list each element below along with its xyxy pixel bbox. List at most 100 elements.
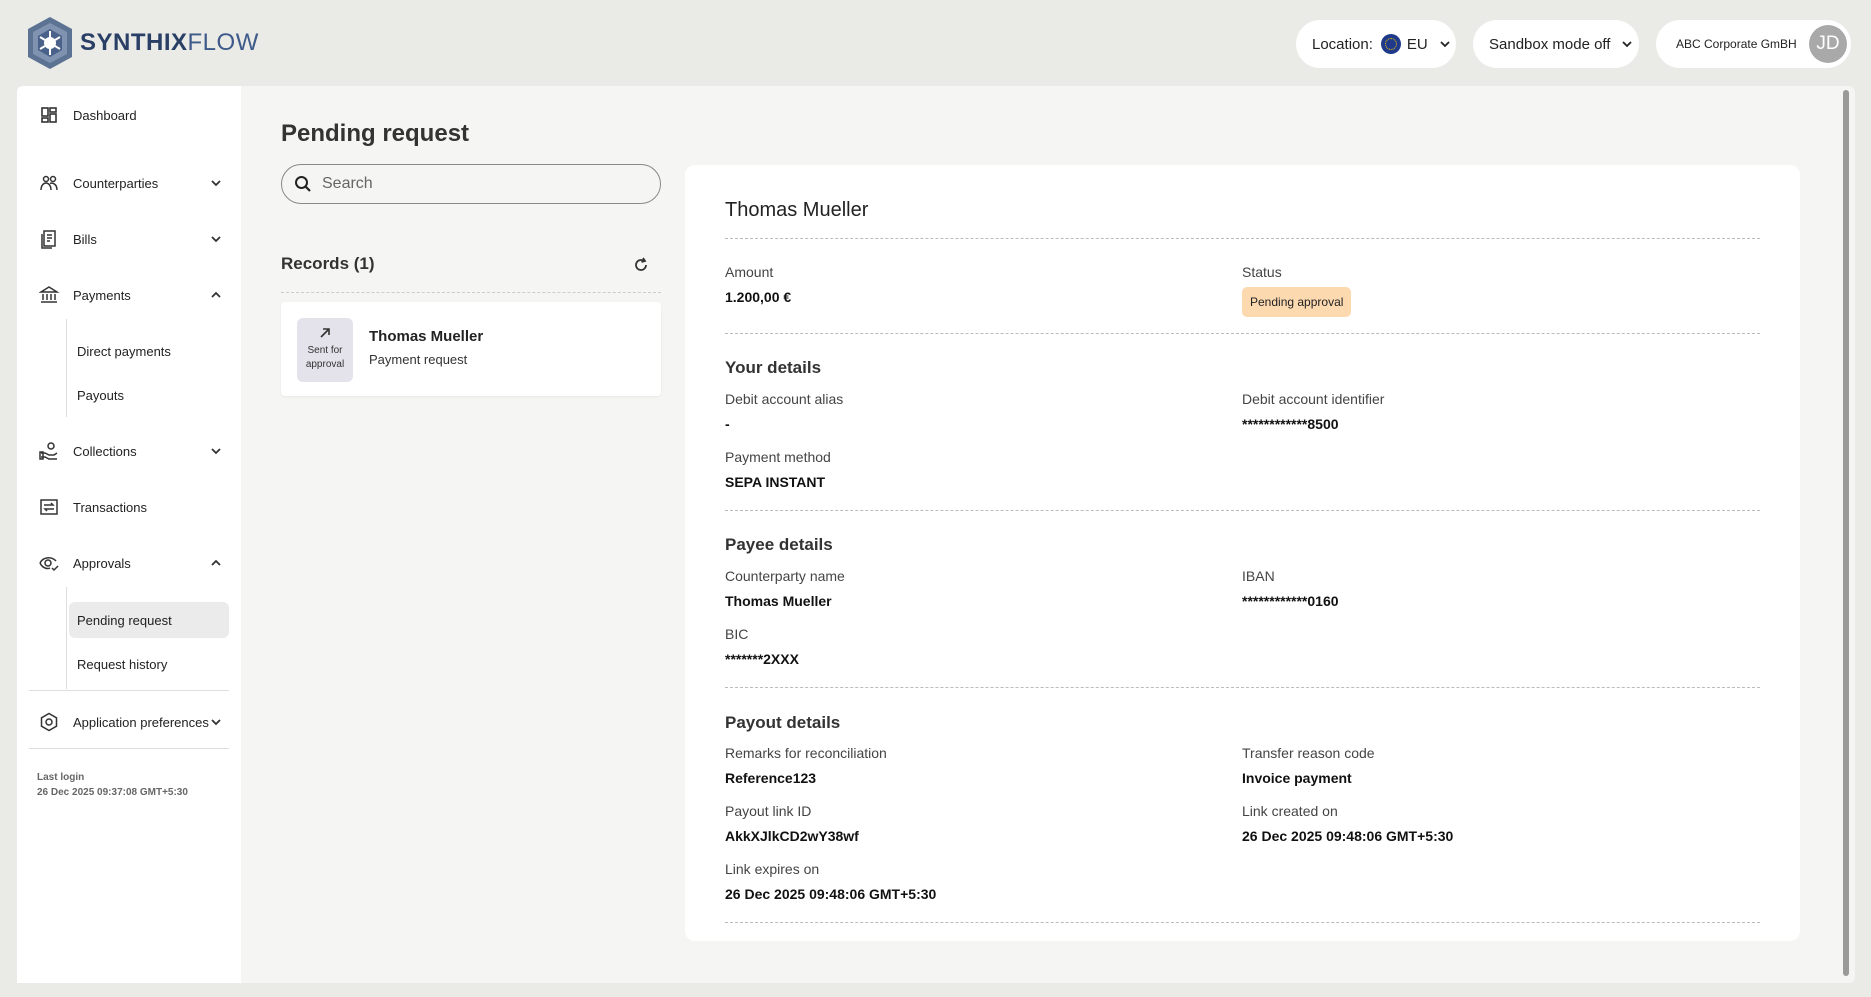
logo[interactable]: SYNTHIXFLOW [24,15,259,71]
company-name: ABC Corporate GmBH [1676,37,1797,51]
detail-panel: Thomas Mueller Amount 1.200,00 € Status … [685,165,1800,941]
remarks-value: Reference123 [725,770,817,786]
chevron-down-icon [211,719,221,726]
records-divider [281,292,661,293]
arrow-up-right-icon [320,328,330,338]
amount-label: Amount [725,264,774,280]
section-divider [725,687,1760,688]
amount-value: 1.200,00 € [725,289,792,305]
dashboard-icon [41,107,57,123]
sandbox-mode-selector[interactable]: Sandbox mode off [1473,20,1639,68]
sidebar-divider [29,690,229,691]
submenu-line [66,319,67,417]
sidebar-item-label: Payments [73,287,131,303]
sidebar-item-application-preferences[interactable]: Application preferences [35,704,227,740]
search-box[interactable] [281,164,661,204]
page-title: Pending request [281,120,470,147]
settings-icon [40,712,58,732]
bills-icon [41,230,56,249]
sidebar-item-dashboard[interactable]: Dashboard [35,97,227,133]
sidebar: Dashboard Counterparties Bills Payments … [17,86,241,983]
sidebar-subitem-pending-request[interactable]: Pending request [69,602,229,638]
avatar[interactable]: JD [1809,25,1847,63]
scrollbar-thumb[interactable] [1843,90,1849,976]
sidebar-item-label: Bills [73,231,97,247]
payment-method-label: Payment method [725,449,831,465]
eu-flag-icon [1380,34,1401,54]
refresh-icon[interactable] [632,256,650,274]
section-divider [725,510,1760,511]
people-icon [40,175,58,191]
bank-icon [39,286,59,303]
sidebar-item-label: Collections [73,443,137,459]
sidebar-item-label: Dashboard [73,107,137,123]
payout-details-heading: Payout details [725,713,841,732]
sidebar-item-collections[interactable]: Collections [35,433,227,469]
sidebar-item-label: Approvals [73,555,131,571]
location-selector[interactable]: Location: EU [1296,20,1456,68]
chevron-up-icon [211,559,221,566]
debit-alias-label: Debit account alias [725,391,844,407]
record-status-badge: Sent for approval [297,318,353,382]
payout-link-id-label: Payout link ID [725,803,812,819]
sidebar-item-counterparties[interactable]: Counterparties [35,165,227,201]
record-card[interactable]: Sent for approval Thomas Mueller Payment… [281,302,661,396]
search-icon [295,176,311,192]
sidebar-item-payments[interactable]: Payments [35,277,227,313]
debit-id-value: ************8500 [1242,416,1339,432]
status-label: Status [1242,264,1282,280]
transfer-reason-value: Invoice payment [1242,770,1352,786]
last-login-label: Last login [37,772,85,783]
debit-id-label: Debit account identifier [1242,391,1385,407]
brand-name: SYNTHIXFLOW [80,29,259,56]
counterparty-name-label: Counterparty name [725,568,845,584]
record-type: Payment request [369,352,468,367]
transactions-icon [40,499,58,515]
sidebar-subitem-direct-payments[interactable]: Direct payments [69,333,229,369]
bic-value: *******2XXX [725,651,799,667]
user-menu[interactable]: ABC Corporate GmBH JD [1656,20,1851,68]
sidebar-item-bills[interactable]: Bills [35,221,227,257]
record-name: Thomas Mueller [369,328,484,345]
chevron-down-icon [211,448,221,455]
last-login: Last login 26 Dec 2025 09:37:08 GMT+5:30 [37,770,188,800]
sidebar-item-approvals[interactable]: Approvals [35,545,227,581]
payment-method-value: SEPA INSTANT [725,474,826,490]
detail-name: Thomas Mueller [725,199,869,221]
iban-value: ************0160 [1242,593,1339,609]
records-title: Records (1) [281,254,375,273]
chevron-down-icon [1440,41,1450,48]
sidebar-item-label: Transactions [73,499,147,515]
location-label: Location: [1312,35,1373,53]
iban-label: IBAN [1242,568,1275,584]
scrollbar[interactable] [1841,86,1851,983]
bic-label: BIC [725,626,749,642]
link-expires-label: Link expires on [725,861,820,877]
record-badge-label: Sent for approval [305,345,345,370]
counterparty-name-value: Thomas Mueller [725,593,832,609]
submenu-line [66,587,67,689]
status-badge: Pending approval [1242,287,1352,317]
your-details-heading: Your details [725,358,822,377]
eye-check-icon [39,557,59,572]
location-value: EU [1406,35,1428,53]
section-divider [725,922,1760,923]
link-created-value: 26 Dec 2025 09:48:06 GMT+5:30 [1242,828,1454,844]
payee-details-heading: Payee details [725,535,833,554]
chevron-up-icon [211,291,221,298]
chevron-down-icon [211,236,221,243]
transfer-reason-label: Transfer reason code [1242,745,1375,761]
sidebar-subitem-request-history[interactable]: Request history [69,646,229,682]
link-created-label: Link created on [1242,803,1338,819]
sidebar-item-label: Application preferences [73,714,209,730]
section-divider [725,238,1760,239]
last-login-value: 26 Dec 2025 09:37:08 GMT+5:30 [37,787,188,798]
sidebar-item-transactions[interactable]: Transactions [35,489,227,525]
sidebar-subitem-payouts[interactable]: Payouts [69,377,229,413]
collections-icon [39,442,58,460]
logo-mark-icon [28,17,72,69]
chevron-down-icon [211,180,221,187]
chevron-down-icon [1622,41,1633,48]
search-input[interactable] [322,175,622,193]
top-bar: SYNTHIXFLOW Location: EU Sandbox mode of… [0,0,1871,86]
